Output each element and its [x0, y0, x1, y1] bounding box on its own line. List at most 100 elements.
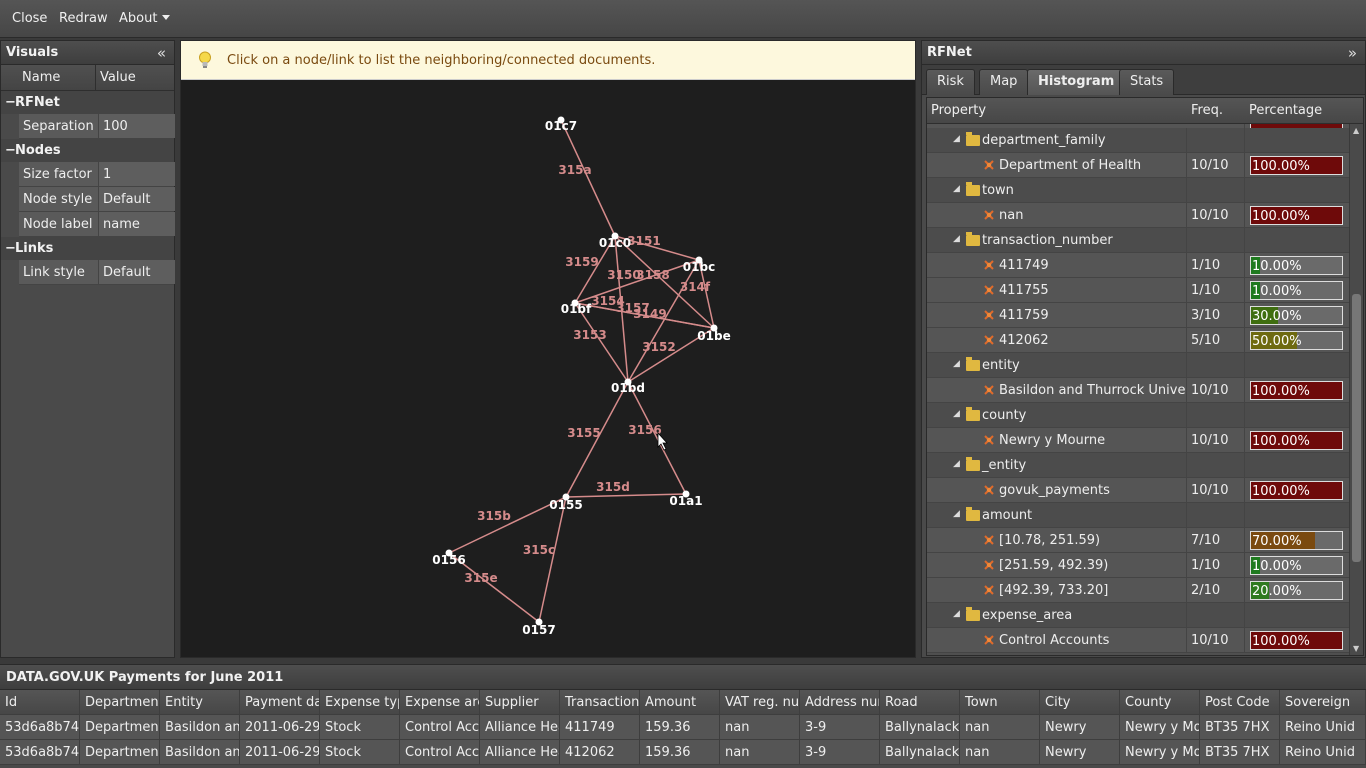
graph-link[interactable]	[627, 381, 687, 495]
node-label[interactable]: 01a1	[669, 494, 702, 508]
node-label[interactable]: 0155	[549, 498, 582, 512]
histogram-row[interactable]: [251.59, 492.39) 1/10 10.00%	[927, 553, 1349, 578]
link-label[interactable]: 314f	[680, 280, 711, 294]
column-header[interactable]: Expense typ	[320, 690, 400, 715]
column-header[interactable]: Expense are	[400, 690, 480, 715]
column-header[interactable]: City	[1040, 690, 1120, 715]
column-percentage[interactable]: Percentage	[1249, 103, 1322, 118]
node-label[interactable]: 01bc	[683, 260, 715, 274]
tab-risk[interactable]: Risk	[926, 69, 975, 95]
property-value[interactable]: 1	[98, 162, 175, 186]
table-row[interactable]: 53d6a8b74cDepartmentBasildon and2011-06-…	[0, 715, 1366, 740]
property-row[interactable]: Separation 100	[19, 114, 175, 139]
collapse-minus-icon[interactable]: −	[5, 139, 16, 162]
column-header[interactable]: County	[1120, 690, 1200, 715]
node-label[interactable]: 0156	[432, 553, 465, 567]
node-label[interactable]: 01be	[697, 329, 730, 343]
histogram-group-row[interactable]: ◢ _entity	[927, 453, 1349, 478]
histogram-group-row[interactable]: ◢ department_family	[927, 128, 1349, 153]
expand-right-icon[interactable]: »	[1348, 41, 1357, 65]
property-row[interactable]: Node label name	[19, 212, 175, 237]
graph-link[interactable]	[565, 493, 687, 498]
histogram-row[interactable]: Control Accounts 10/10 100.00%	[927, 628, 1349, 653]
property-row[interactable]: Node style Default	[19, 187, 175, 212]
histogram-group-row[interactable]: ◢ amount	[927, 503, 1349, 528]
column-header[interactable]: Amount	[640, 690, 720, 715]
tab-histogram[interactable]: Histogram	[1027, 69, 1126, 95]
node-label[interactable]: 01c7	[545, 119, 577, 133]
expand-triangle-icon[interactable]: ◢	[953, 509, 960, 519]
about-menu[interactable]: About	[119, 11, 171, 26]
scroll-down-icon[interactable]: ▼	[1353, 644, 1359, 653]
vertical-scrollbar[interactable]: ▲ ▼	[1349, 124, 1363, 655]
scrollbar-thumb[interactable]	[1352, 294, 1361, 562]
property-category[interactable]: −Links	[1, 237, 174, 260]
collapse-minus-icon[interactable]: −	[5, 237, 16, 260]
histogram-group-row[interactable]: ◢ town	[927, 178, 1349, 203]
link-label[interactable]: 3149	[633, 307, 666, 321]
network-graph[interactable]: 315a3151315931503158314f3154315731493153…	[181, 80, 915, 657]
column-header[interactable]: Address num	[800, 690, 880, 715]
link-label[interactable]: 315a	[558, 163, 591, 177]
link-label[interactable]: 3159	[565, 255, 598, 269]
property-row[interactable]: Size factor 1	[19, 162, 175, 187]
histogram-group-row[interactable]: ◢ transaction_number	[927, 228, 1349, 253]
link-label[interactable]: 315c	[523, 543, 555, 557]
column-header[interactable]: Transaction n	[560, 690, 640, 715]
histogram-group-row[interactable]: ◢ entity	[927, 353, 1349, 378]
link-label[interactable]: 3152	[642, 340, 675, 354]
column-header[interactable]: Id	[0, 690, 80, 715]
histogram-row[interactable]: govuk_payments 10/10 100.00%	[927, 478, 1349, 503]
property-value[interactable]: Default	[98, 260, 175, 284]
link-label[interactable]: 3153	[573, 328, 606, 342]
expand-triangle-icon[interactable]: ◢	[953, 134, 960, 144]
graph-link[interactable]	[560, 119, 616, 237]
column-name[interactable]: Name	[22, 70, 60, 85]
property-row[interactable]: Link style Default	[19, 260, 175, 285]
histogram-group-row[interactable]: ◢ expense_area	[927, 603, 1349, 628]
link-label[interactable]: 315b	[477, 509, 511, 523]
histogram-row[interactable]: Basildon and Thurrock University10/10 100…	[927, 378, 1349, 403]
graph-link[interactable]	[538, 496, 567, 623]
tab-stats[interactable]: Stats	[1119, 69, 1175, 95]
link-label[interactable]: 3151	[627, 234, 660, 248]
property-value[interactable]: name	[98, 212, 175, 236]
column-freq[interactable]: Freq.	[1191, 103, 1223, 118]
column-header[interactable]: Post Code	[1200, 690, 1280, 715]
close-button[interactable]: Close	[12, 11, 47, 26]
expand-triangle-icon[interactable]: ◢	[953, 234, 960, 244]
expand-triangle-icon[interactable]: ◢	[953, 609, 960, 619]
expand-triangle-icon[interactable]: ◢	[953, 359, 960, 369]
column-header[interactable]: Sovereign	[1280, 690, 1366, 715]
histogram-group-row[interactable]: ◢ county	[927, 403, 1349, 428]
link-label[interactable]: 3158	[636, 268, 669, 282]
histogram-row[interactable]: 411759 3/10 30.00%	[927, 303, 1349, 328]
property-value[interactable]: 100	[98, 114, 175, 138]
link-label[interactable]: 3155	[567, 426, 600, 440]
node-label[interactable]: 01c0	[599, 236, 631, 250]
column-header[interactable]: Supplier	[480, 690, 560, 715]
histogram-row[interactable]: [492.39, 733.20] 2/10 20.00%	[927, 578, 1349, 603]
column-header[interactable]: Road	[880, 690, 960, 715]
link-label[interactable]: 315d	[596, 480, 630, 494]
property-category[interactable]: −RFNet	[1, 91, 174, 114]
column-header[interactable]: Payment dat	[240, 690, 320, 715]
link-label[interactable]: 315e	[464, 571, 497, 585]
histogram-row[interactable]: nan 10/10 100.00%	[927, 203, 1349, 228]
redraw-button[interactable]: Redraw	[59, 11, 108, 26]
table-row[interactable]: 53d6a8b74cDepartmentBasildon and2011-06-…	[0, 740, 1366, 765]
collapse-minus-icon[interactable]: −	[5, 91, 16, 114]
histogram-row[interactable]: [10.78, 251.59) 7/10 70.00%	[927, 528, 1349, 553]
expand-triangle-icon[interactable]: ◢	[953, 459, 960, 469]
column-header[interactable]: VAT reg. nur	[720, 690, 800, 715]
column-header[interactable]: Entity	[160, 690, 240, 715]
link-label[interactable]: 3156	[628, 423, 661, 437]
scroll-up-icon[interactable]: ▲	[1353, 126, 1359, 135]
histogram-row[interactable]: Department of Health 10/10 100.00%	[927, 153, 1349, 178]
collapse-left-icon[interactable]: «	[157, 41, 166, 65]
property-category[interactable]: −Nodes	[1, 139, 174, 162]
tab-map[interactable]: Map	[979, 69, 1029, 95]
property-value[interactable]: Default	[98, 187, 175, 211]
column-header[interactable]: Town	[960, 690, 1040, 715]
histogram-row[interactable]: 411755 1/10 10.00%	[927, 278, 1349, 303]
